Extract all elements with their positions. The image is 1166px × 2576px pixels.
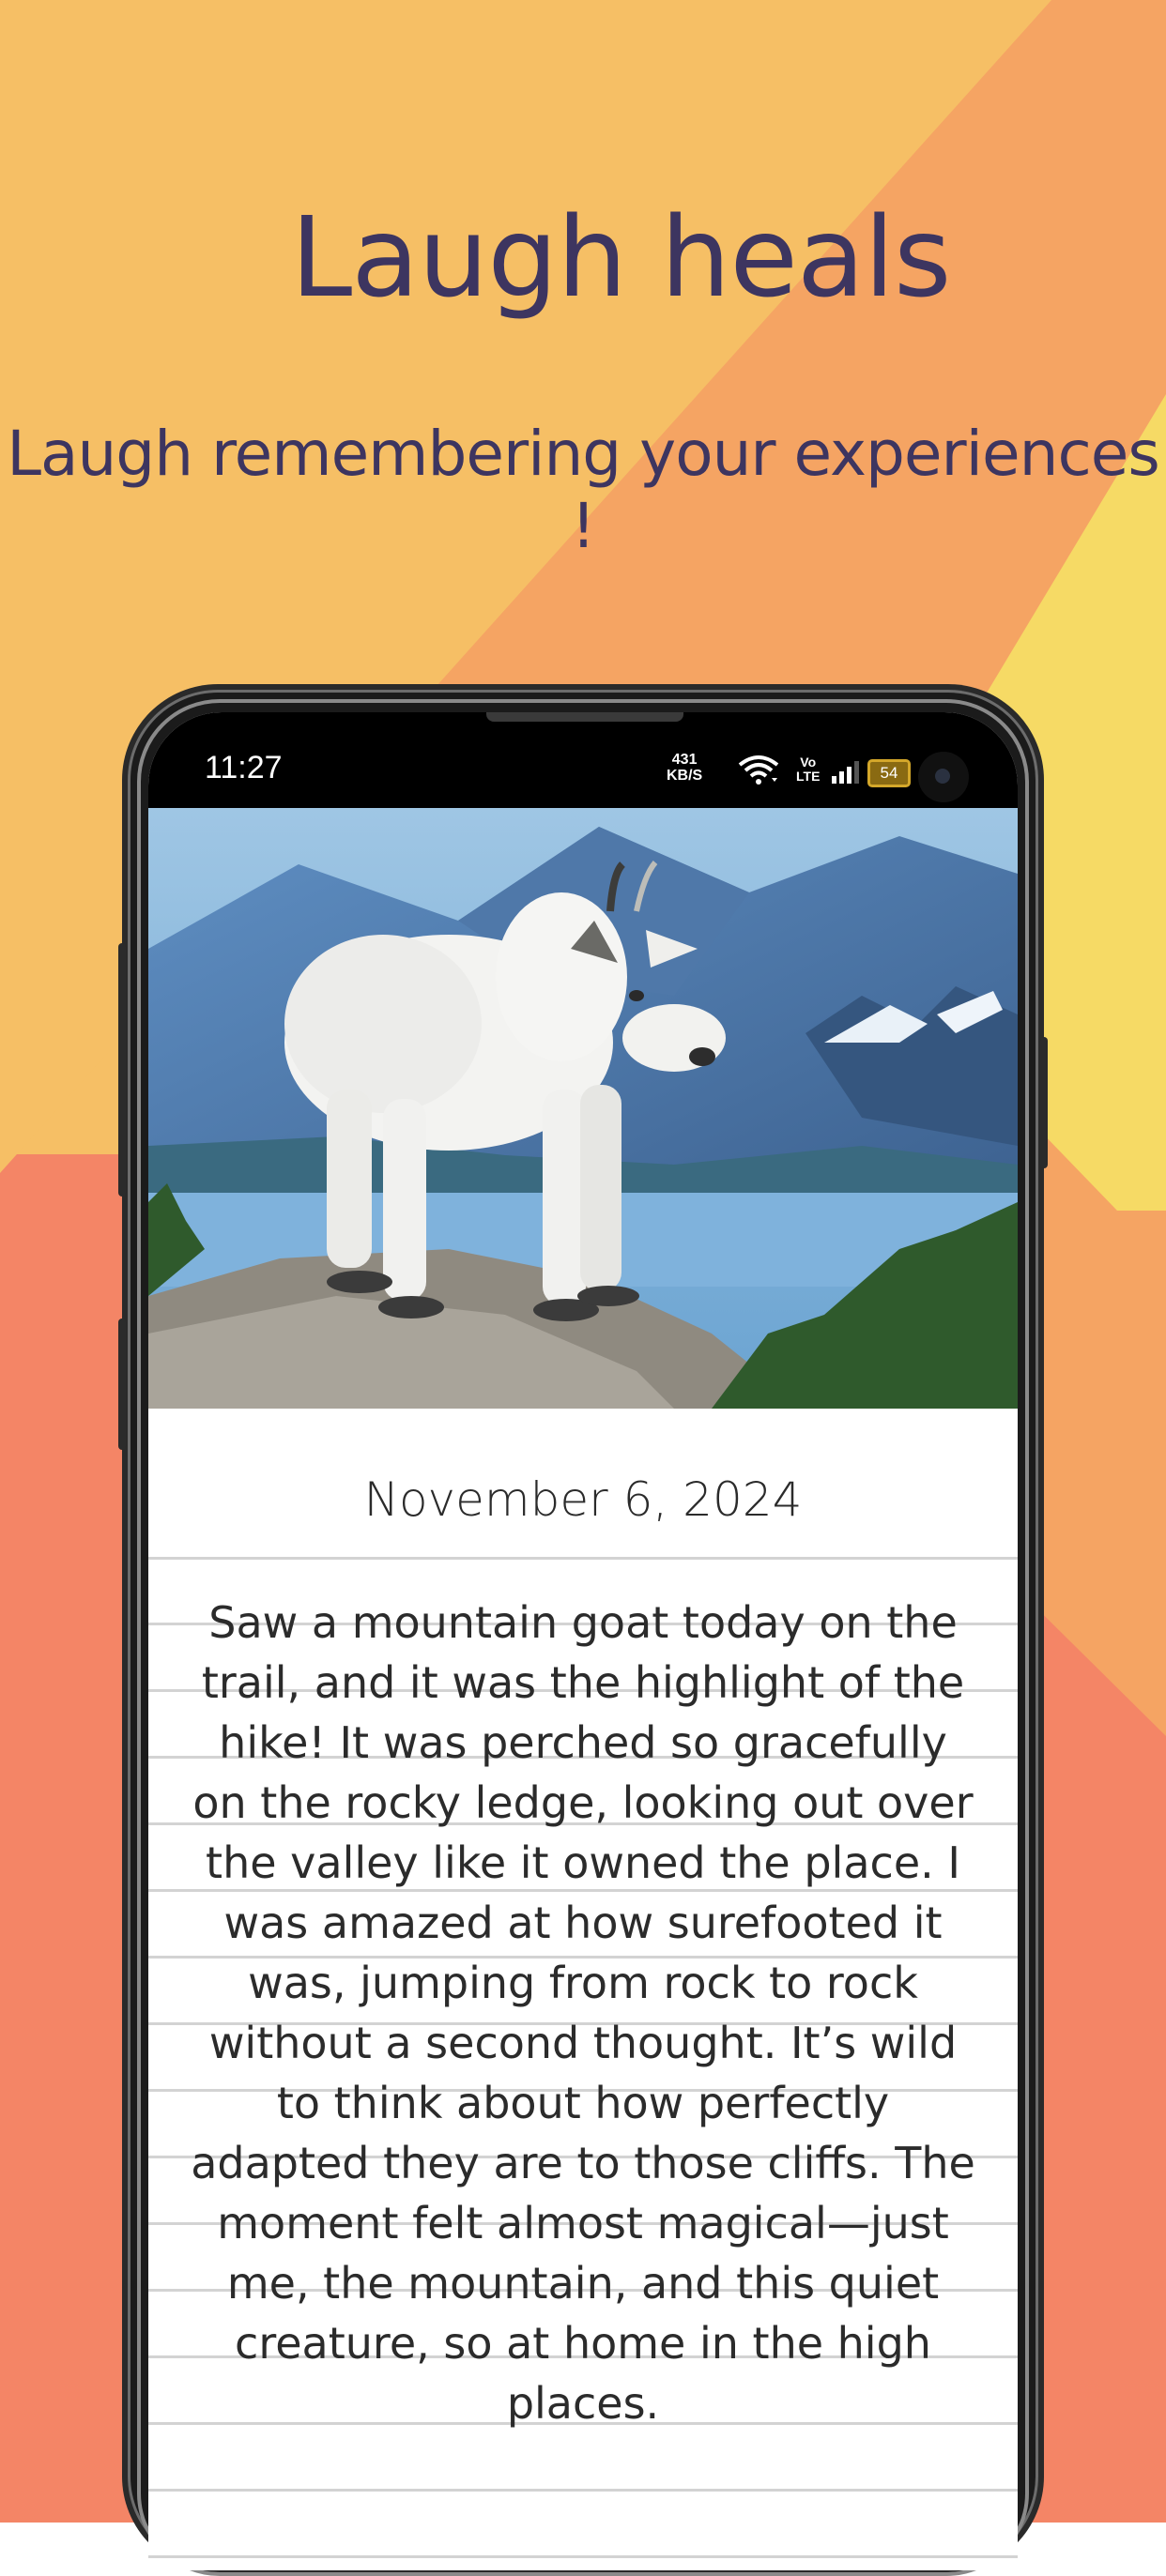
volume-up-button — [118, 943, 126, 1197]
network-speed-unit: KB/S — [667, 768, 703, 784]
battery-level: 54 — [880, 764, 898, 782]
speaker-grille — [486, 712, 683, 722]
power-button — [1040, 1037, 1048, 1168]
volte-bottom-label: LTE — [796, 769, 821, 784]
entry-date: November 6, 2024 — [363, 1472, 803, 1527]
phone-screen: 11:27 431 KB/S Vo LTE 54 November 6, 202… — [148, 712, 1018, 2570]
entry-text[interactable]: Saw a mountain goat today on the trail, … — [186, 1593, 980, 2433]
battery-icon: 54 — [867, 759, 911, 787]
front-camera — [918, 752, 969, 802]
signal-icon — [832, 761, 859, 784]
page-subtitle: Laugh remembering your experiences ! — [7, 418, 1159, 562]
status-time: 11:27 — [205, 750, 283, 785]
volume-down-button — [118, 1318, 126, 1450]
status-bar: 11:27 431 KB/S Vo LTE 54 — [148, 712, 1018, 808]
network-speed: 431 KB/S — [667, 752, 702, 784]
wifi-icon — [738, 755, 779, 785]
page-title: Laugh heals — [290, 192, 952, 322]
mountain-goat-photo — [148, 808, 1018, 1409]
network-speed-value: 431 — [671, 752, 698, 768]
phone-frame: 11:27 431 KB/S Vo LTE 54 November 6, 202… — [118, 690, 1048, 2576]
volte-icon: Vo LTE — [796, 755, 820, 784]
volte-top-label: Vo — [800, 755, 817, 770]
